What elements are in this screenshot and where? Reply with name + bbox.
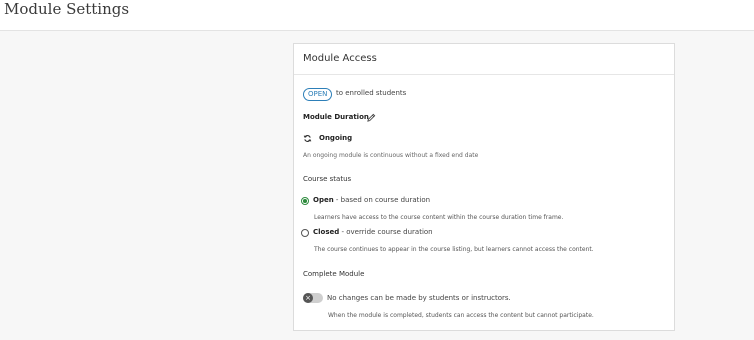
x-icon: × [303, 293, 313, 303]
option-closed-label[interactable]: Closed - override course duration [313, 228, 433, 236]
module-access-card: Module Access OPEN to enrolled students … [293, 43, 675, 331]
complete-module-label: Complete Module [303, 270, 365, 278]
option-closed-suffix: - override course duration [339, 228, 433, 236]
pencil-icon[interactable] [367, 113, 376, 122]
radio-open[interactable] [301, 197, 309, 205]
complete-module-note: When the module is completed, students c… [328, 312, 594, 319]
sync-icon [303, 135, 312, 142]
course-status-label: Course status [303, 175, 352, 183]
module-duration-label: Module Duration [303, 113, 369, 121]
radio-closed[interactable] [301, 229, 309, 237]
option-open-suffix: - based on course duration [333, 196, 431, 204]
page-header: Module Settings [0, 0, 754, 31]
option-open-title: Open [313, 196, 334, 204]
access-status-badge: OPEN [303, 88, 333, 101]
duration-note: An ongoing module is continuous without … [303, 152, 479, 159]
option-closed-title: Closed [313, 228, 340, 236]
card-title: Module Access [303, 53, 377, 64]
complete-module-toggle[interactable]: × [303, 293, 323, 303]
option-open-description: Learners have access to the course conte… [314, 214, 564, 221]
access-suffix: to enrolled students [336, 89, 407, 97]
option-open-label[interactable]: Open - based on course duration [313, 196, 430, 204]
duration-value: Ongoing [319, 134, 353, 142]
toggle-text: No changes can be made by students or in… [327, 294, 511, 302]
option-closed-description: The course continues to appear in the co… [314, 246, 594, 253]
page-title: Module Settings [4, 0, 130, 18]
